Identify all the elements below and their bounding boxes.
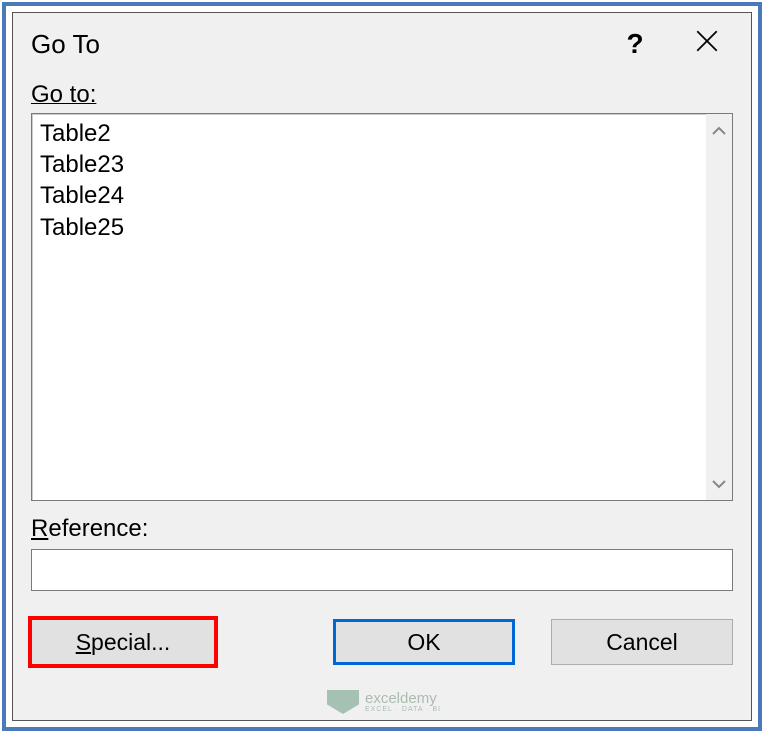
- scrollbar[interactable]: [706, 114, 732, 500]
- list-item[interactable]: Table25: [40, 212, 698, 243]
- help-icon: ?: [626, 28, 643, 60]
- listbox-items: Table2 Table23 Table24 Table25: [32, 114, 706, 500]
- goto-dialog: Go To ? Go to: Table2 Table23 Table24 Ta…: [12, 12, 752, 721]
- reference-input[interactable]: [31, 549, 733, 591]
- goto-listbox[interactable]: Table2 Table23 Table24 Table25: [31, 113, 733, 501]
- button-row: Special... OK Cancel: [31, 619, 733, 665]
- screenshot-frame: Go To ? Go to: Table2 Table23 Table24 Ta…: [2, 2, 762, 731]
- list-item[interactable]: Table24: [40, 180, 698, 211]
- dialog-body: Go to: Table2 Table23 Table24 Table25: [13, 75, 751, 720]
- scroll-up-icon[interactable]: [712, 120, 726, 141]
- list-item[interactable]: Table23: [40, 149, 698, 180]
- goto-label: Go to:: [31, 81, 733, 109]
- help-button[interactable]: ?: [599, 13, 671, 75]
- dialog-title: Go To: [31, 29, 599, 60]
- close-button[interactable]: [671, 13, 743, 75]
- list-item[interactable]: Table2: [40, 118, 698, 149]
- special-button[interactable]: Special...: [31, 619, 215, 665]
- scroll-down-icon[interactable]: [712, 473, 726, 494]
- cancel-button[interactable]: Cancel: [551, 619, 733, 665]
- reference-label: Reference:: [31, 515, 733, 543]
- close-icon: [694, 28, 720, 61]
- ok-button[interactable]: OK: [333, 619, 515, 665]
- titlebar: Go To ?: [13, 13, 751, 75]
